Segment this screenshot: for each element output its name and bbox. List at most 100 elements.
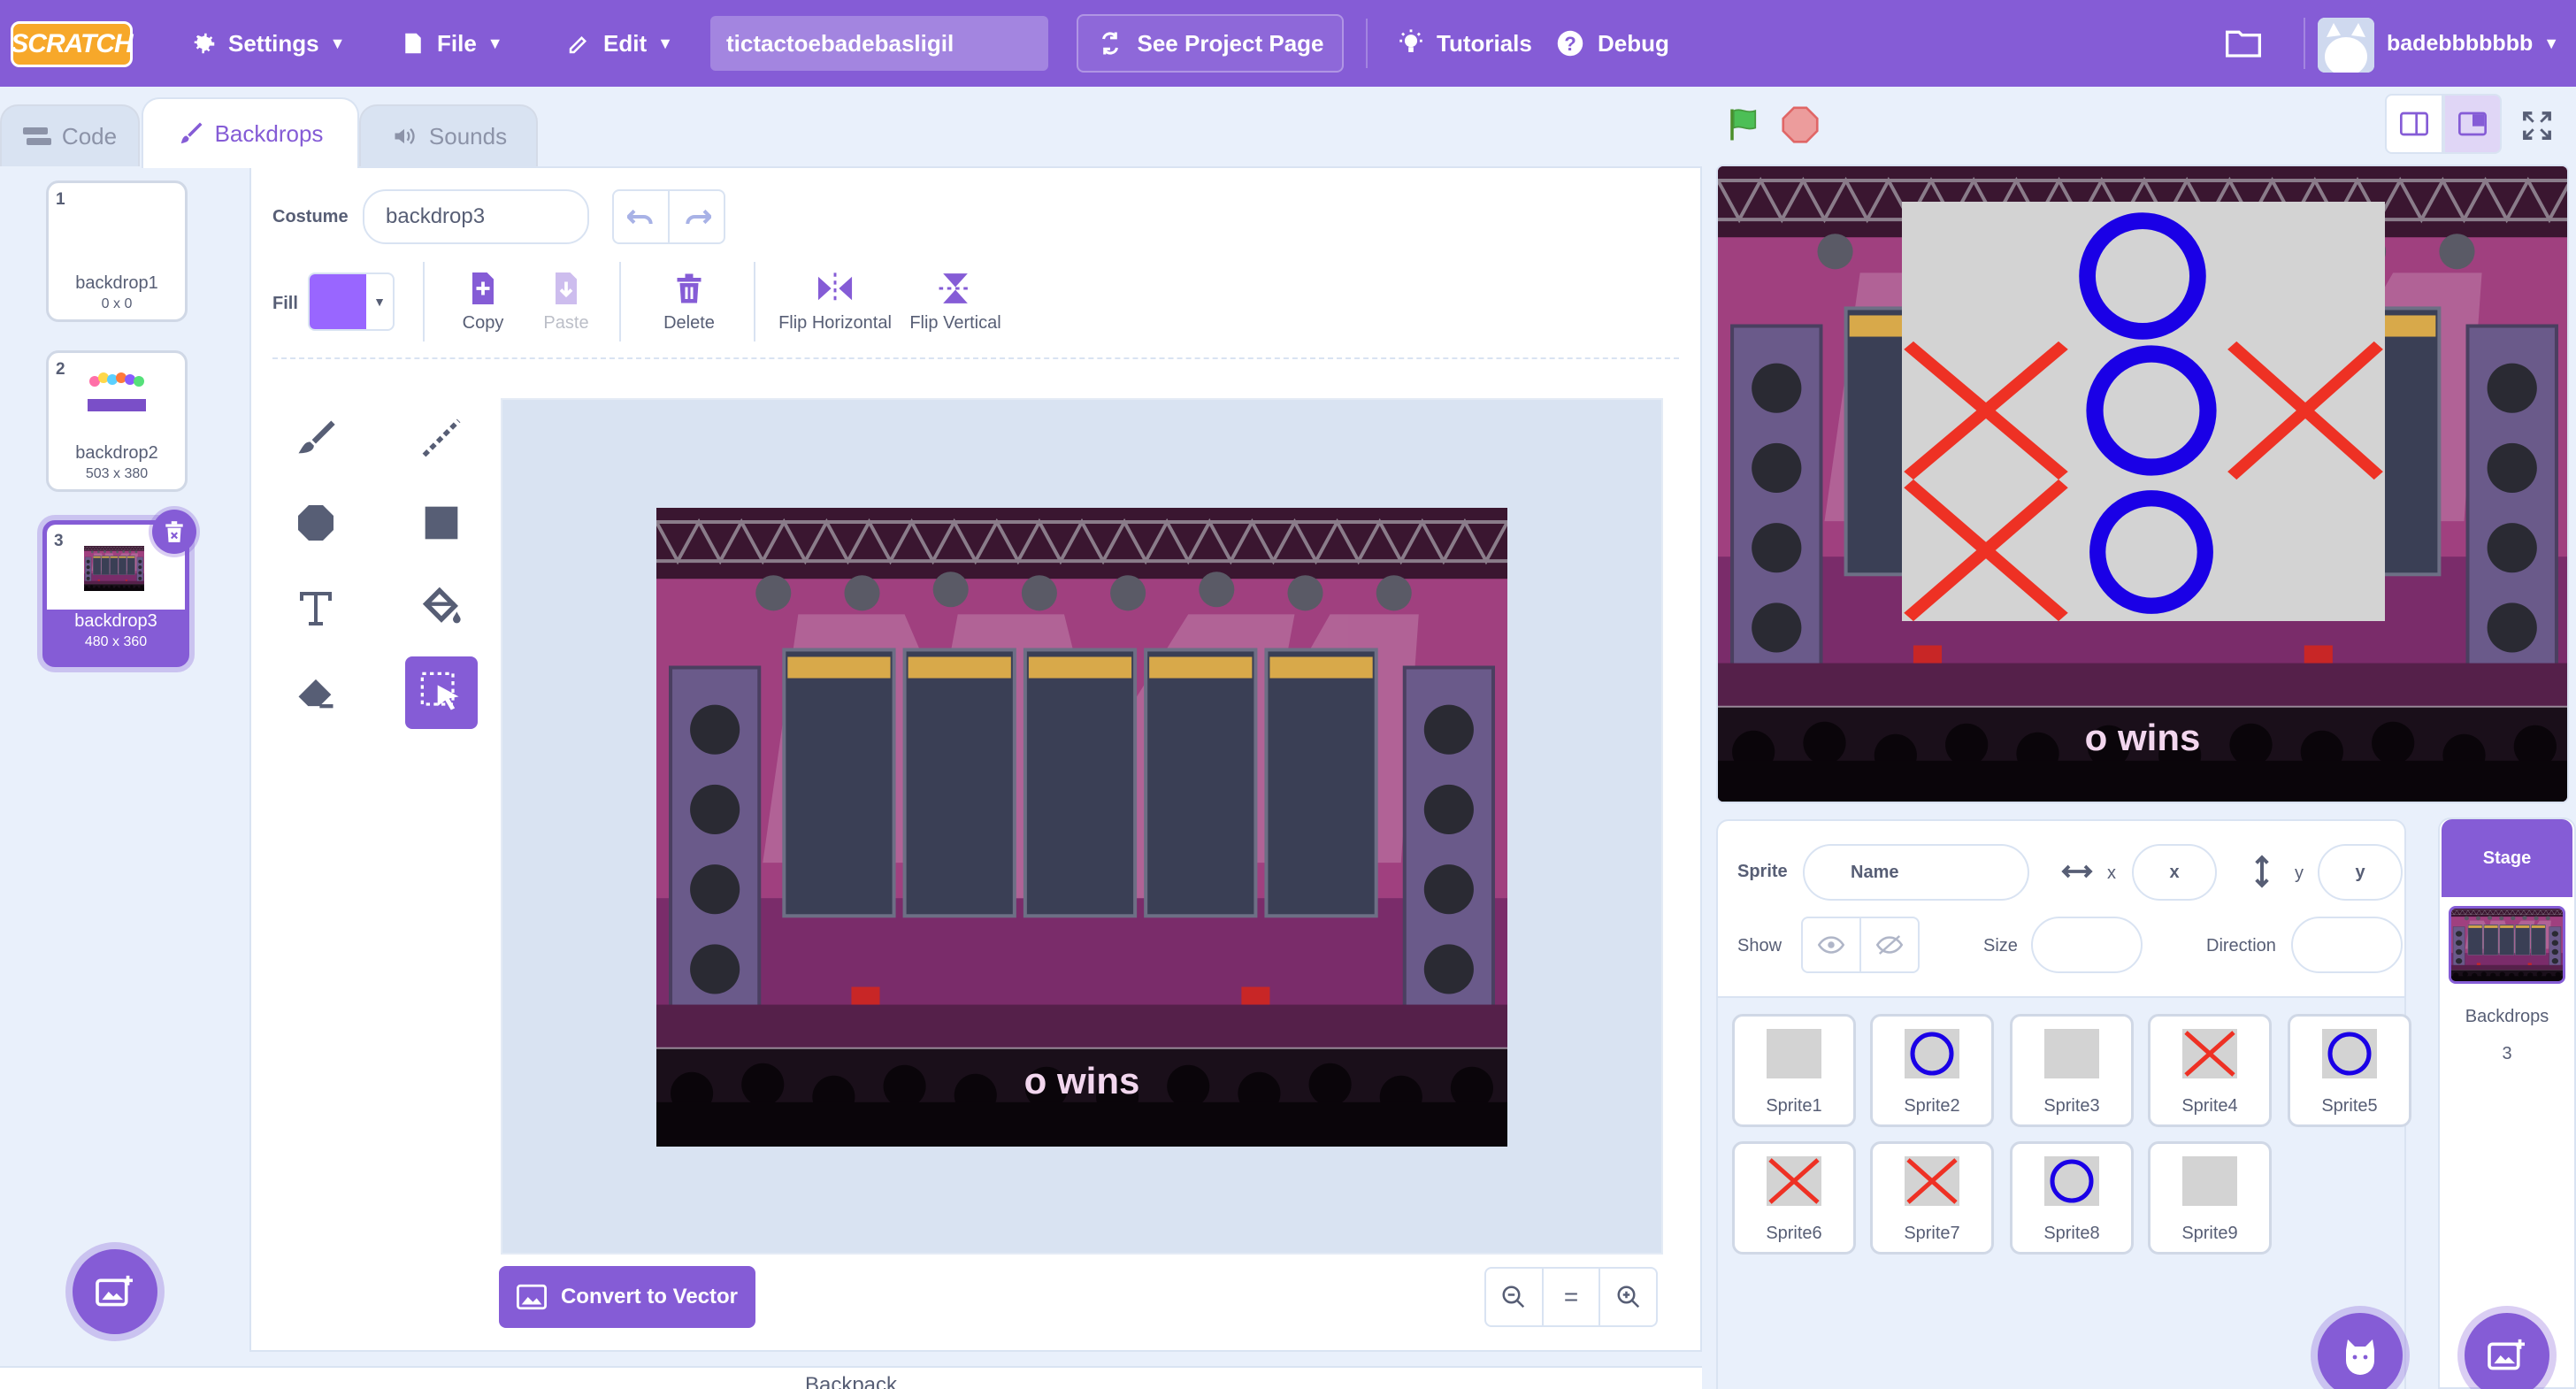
add-image-icon xyxy=(2488,1338,2526,1373)
o-mark-icon[interactable] xyxy=(2070,207,2215,345)
stage-thumbnail[interactable] xyxy=(2449,906,2565,984)
fullscreen-button[interactable] xyxy=(2509,99,2565,152)
sprite-name-input[interactable]: Name xyxy=(1803,844,2029,901)
toolbar-separator xyxy=(272,357,1679,359)
select-tool[interactable] xyxy=(405,656,478,729)
debug-button[interactable]: ? Debug xyxy=(1553,0,1669,87)
sprite-tile[interactable]: Sprite6 xyxy=(1732,1141,1856,1255)
redo-icon[interactable] xyxy=(670,191,724,242)
folder-icon[interactable] xyxy=(2226,27,2261,58)
rectangle-tool[interactable] xyxy=(405,487,478,559)
account-menu[interactable]: badebbbbbbb ▼ xyxy=(2387,0,2559,87)
hide-button[interactable] xyxy=(1861,918,1918,971)
stop-sign-icon[interactable] xyxy=(1782,106,1819,143)
choose-backdrop-stage-button[interactable] xyxy=(2465,1313,2549,1389)
stage-pane[interactable] xyxy=(2438,817,2576,1389)
brush-tool[interactable] xyxy=(280,402,352,474)
show-toggle-group xyxy=(1801,917,1920,973)
delete-button[interactable]: Delete xyxy=(658,271,720,334)
circle-tool[interactable] xyxy=(280,487,352,559)
x-input[interactable]: x xyxy=(2132,844,2217,901)
zoom-in-button[interactable] xyxy=(1600,1269,1656,1325)
copy-button[interactable]: Copy xyxy=(455,271,511,334)
sprite-tile[interactable]: Sprite5 xyxy=(2288,1014,2411,1127)
flip-vertical-button[interactable]: Flip Vertical xyxy=(902,271,1008,334)
settings-menu[interactable]: Settings ▼ xyxy=(191,0,345,87)
delete-costume-button[interactable] xyxy=(152,510,196,554)
paste-label: Paste xyxy=(543,313,589,333)
project-title-input[interactable]: tictactoebadebasligil xyxy=(710,16,1048,71)
scratch-logo[interactable]: SCRATCH xyxy=(11,21,134,67)
backpack-header[interactable]: Backpack xyxy=(0,1366,1702,1389)
sprite-tile[interactable]: Sprite2 xyxy=(1870,1014,1994,1127)
paste-button[interactable]: Paste xyxy=(538,271,594,334)
x-mark-icon[interactable] xyxy=(2226,340,2385,481)
o-mark-icon xyxy=(2043,1155,2101,1208)
zoom-reset-button[interactable]: = xyxy=(1544,1269,1601,1325)
o-mark-icon[interactable] xyxy=(2081,340,2222,481)
sprite-tile[interactable]: Sprite3 xyxy=(2010,1014,2134,1127)
small-stage-button[interactable] xyxy=(2385,94,2443,154)
undo-icon[interactable] xyxy=(614,191,670,242)
direction-input[interactable] xyxy=(2291,917,2403,973)
flip-horizontal-button[interactable]: Flip Horizontal xyxy=(773,271,897,334)
convert-to-vector-button[interactable]: Convert to Vector xyxy=(499,1266,755,1328)
zoom-out-button[interactable] xyxy=(1486,1269,1544,1325)
tab-backdrops[interactable]: Backdrops xyxy=(142,97,359,168)
gray-square-icon xyxy=(2043,1027,2101,1080)
toolbar-divider xyxy=(423,262,425,341)
tab-sounds[interactable]: Sounds xyxy=(359,104,538,166)
flip-horizontal-icon xyxy=(773,271,897,306)
green-flag-icon[interactable] xyxy=(1725,106,1764,143)
edit-menu[interactable]: Edit ▼ xyxy=(566,0,673,87)
undo-redo-group xyxy=(612,189,725,244)
chevron-down-icon: ▼ xyxy=(487,34,503,52)
debug-gear-icon: ? xyxy=(1553,27,1587,60)
sprite-tile[interactable]: Sprite8 xyxy=(2010,1141,2134,1255)
copy-label: Copy xyxy=(462,313,504,333)
text-tool[interactable] xyxy=(280,572,352,644)
sprite-tile[interactable]: Sprite7 xyxy=(1870,1141,1994,1255)
see-project-page-button[interactable]: See Project Page xyxy=(1077,14,1344,73)
convert-label: Convert to Vector xyxy=(560,1285,739,1308)
costume-item-1[interactable]: 1 backdrop1 0 x 0 xyxy=(46,180,188,322)
avatar[interactable] xyxy=(2318,18,2374,73)
costume-thumbnail xyxy=(86,371,148,418)
fill-color-picker[interactable]: ▼ xyxy=(308,272,395,331)
costume-item-2[interactable]: 2 backdrop2 503 x 380 xyxy=(46,350,188,492)
x-mark-icon[interactable] xyxy=(1902,478,2070,623)
size-label: Size xyxy=(1983,936,2018,955)
y-input[interactable]: y xyxy=(2318,844,2403,901)
choose-sprite-button[interactable] xyxy=(2318,1313,2403,1389)
file-menu[interactable]: File ▼ xyxy=(400,0,503,87)
direction-label: Direction xyxy=(2206,936,2276,955)
x-arrows-icon xyxy=(2061,858,2093,885)
backdrop-list xyxy=(0,166,251,1352)
x-mark-icon[interactable] xyxy=(1902,340,2070,481)
costume-name: backdrop3 xyxy=(74,611,157,631)
toolbar-divider xyxy=(619,262,621,341)
show-button[interactable] xyxy=(1803,918,1861,971)
eraser-tool[interactable] xyxy=(280,656,352,729)
costume-size: 503 x 380 xyxy=(85,466,149,481)
size-input[interactable] xyxy=(2031,917,2143,973)
costume-name-input[interactable]: backdrop3 xyxy=(363,189,589,244)
normal-stage-button[interactable] xyxy=(2443,94,2502,154)
sprite-tile[interactable]: Sprite9 xyxy=(2148,1141,2272,1255)
fill-tool[interactable] xyxy=(405,572,478,644)
select-cursor-icon xyxy=(418,670,464,716)
backdrops-label: Backdrops xyxy=(2465,1007,2549,1026)
line-tool[interactable] xyxy=(405,402,478,474)
sprite-tile[interactable]: Sprite1 xyxy=(1732,1014,1856,1127)
tutorials-button[interactable]: Tutorials xyxy=(1396,0,1532,87)
y-label: y xyxy=(2295,863,2304,883)
choose-backdrop-button[interactable] xyxy=(73,1249,157,1334)
lightbulb-icon xyxy=(1396,28,1426,58)
backdrop-canvas[interactable] xyxy=(656,508,1507,1147)
tab-code[interactable]: Code xyxy=(0,104,140,166)
o-mark-icon[interactable] xyxy=(2081,485,2222,619)
eraser-icon xyxy=(293,670,339,716)
username-label: badebbbbbbb xyxy=(2387,30,2534,56)
sprite-tile[interactable]: Sprite4 xyxy=(2148,1014,2272,1127)
sprite-name: Sprite3 xyxy=(2043,1096,2100,1116)
